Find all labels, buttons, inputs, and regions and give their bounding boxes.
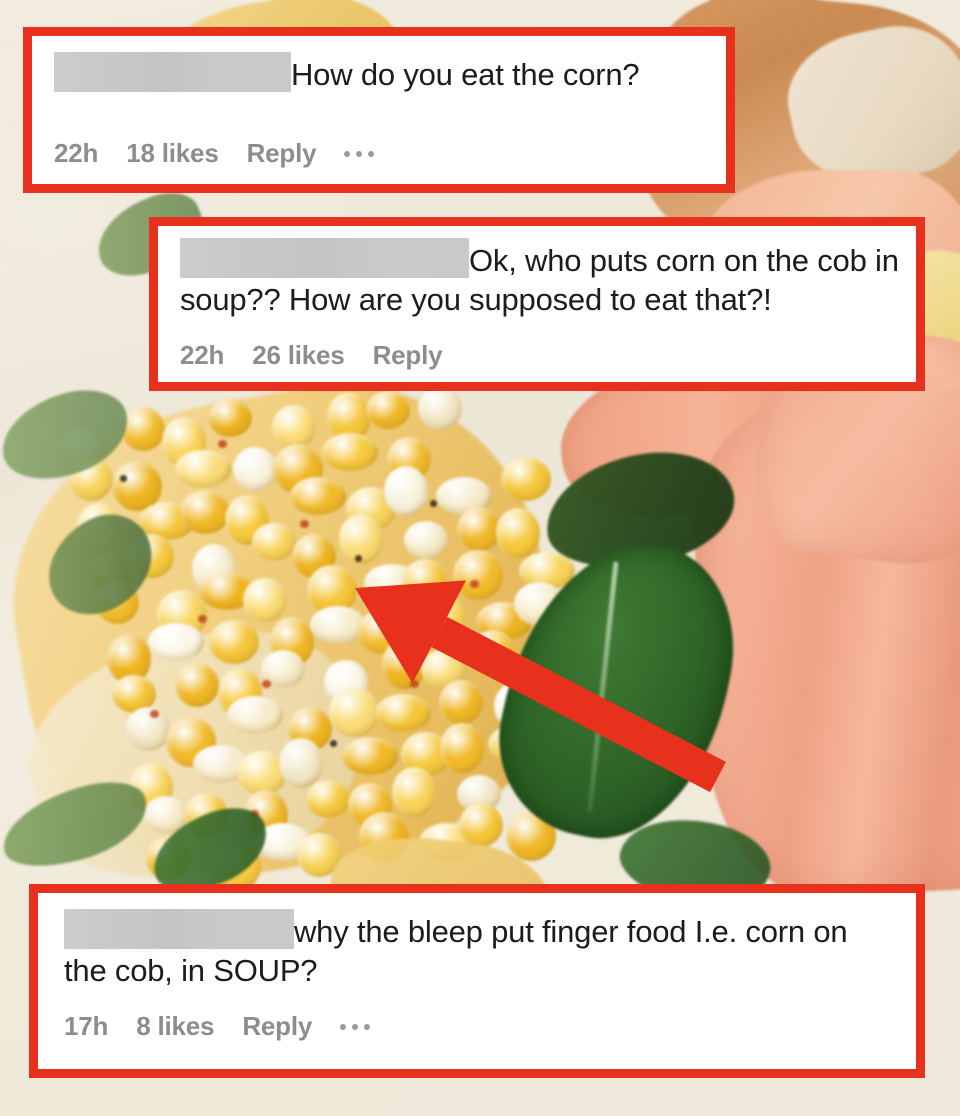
comment-1-timestamp: 22h	[54, 138, 99, 168]
comment-3-more-menu-icon[interactable]	[340, 1023, 376, 1030]
username-redaction-1	[54, 52, 291, 92]
comment-2-reply-button[interactable]: Reply	[373, 340, 443, 371]
comment-1-body: How do you eat the corn?	[291, 57, 640, 92]
comment-2-meta-row: 22h 26 likes Reply	[180, 340, 470, 371]
comment-1-more-menu-icon[interactable]	[344, 150, 380, 157]
comment-3-text-line-1: why the bleep put finger food I.e. corn …	[64, 909, 848, 952]
comment-3-meta-row: 17h 8 likes Reply	[64, 1011, 404, 1042]
comment-3-timestamp: 17h	[64, 1011, 109, 1041]
comment-card-1[interactable]: How do you eat the corn? 22h 18 likes Re…	[23, 27, 735, 193]
comment-3-reply-button[interactable]: Reply	[242, 1011, 312, 1042]
username-redaction-3	[64, 909, 294, 949]
comment-card-2[interactable]: Ok, who puts corn on the cob in soup?? H…	[149, 217, 925, 391]
comment-1-text-line-1: How do you eat the corn?	[54, 52, 640, 95]
comment-1-meta-row: 22h 18 likes Reply	[54, 138, 408, 169]
comment-3-text-line-2: the cob, in SOUP?	[64, 953, 318, 988]
comment-3-body-line-1: why the bleep put finger food I.e. corn …	[294, 914, 848, 949]
comment-2-text-line-2: soup?? How are you supposed to eat that?…	[180, 282, 772, 317]
comment-2-timestamp: 22h	[180, 340, 225, 370]
comment-1-likes[interactable]: 18 likes	[126, 138, 219, 169]
username-redaction-2	[180, 238, 469, 278]
comment-2-likes[interactable]: 26 likes	[252, 340, 345, 371]
comment-2-text-line-1: Ok, who puts corn on the cob in	[180, 238, 899, 281]
comment-card-3[interactable]: why the bleep put finger food I.e. corn …	[29, 884, 925, 1078]
comment-1-reply-button[interactable]: Reply	[247, 138, 317, 169]
comment-2-body-line-1: Ok, who puts corn on the cob in	[469, 243, 899, 278]
comment-3-likes[interactable]: 8 likes	[136, 1011, 214, 1042]
